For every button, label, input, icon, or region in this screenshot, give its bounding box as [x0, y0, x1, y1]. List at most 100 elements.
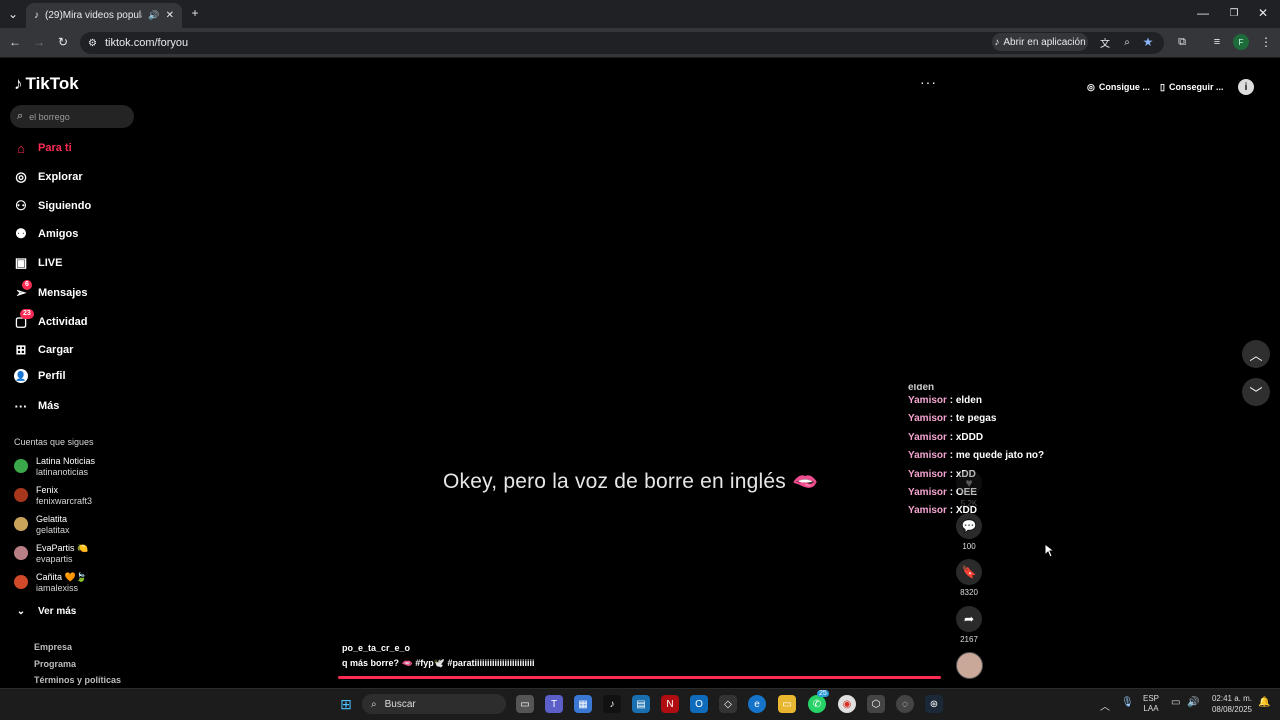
user-avatar[interactable]: i [1238, 79, 1254, 95]
save-action[interactable]: 🔖 8320 [956, 559, 982, 597]
store-icon[interactable]: ▦ [574, 695, 592, 713]
video-progress-bar[interactable] [338, 676, 941, 679]
clock[interactable]: 02:41 a. m. 08/08/2025 [1208, 693, 1252, 715]
creator-avatar[interactable] [956, 652, 983, 679]
save-count: 8320 [960, 588, 978, 597]
language-indicator[interactable]: ESP LAA [1143, 694, 1159, 714]
following-icon: ⚇ [15, 198, 27, 213]
next-video-button[interactable]: ﹀ [1242, 378, 1270, 406]
get-app-button[interactable]: ▯ Conseguir ... [1160, 77, 1223, 97]
volume-icon[interactable]: 🔊 [1187, 697, 1199, 708]
task-view-icon[interactable]: ▭ [516, 695, 534, 713]
nav-mensajes[interactable]: ➢ 6 Mensajes [14, 280, 88, 300]
mouse-cursor-icon [1044, 543, 1054, 558]
browser-menu-icon[interactable]: ⋮ [1259, 35, 1273, 49]
minimize-icon[interactable]: — [1196, 6, 1210, 20]
app-icon[interactable]: ⬡ [867, 695, 885, 713]
windows-start-icon[interactable]: ⊞ [337, 695, 355, 713]
nav-para-ti[interactable]: ⌂ Para ti [14, 141, 72, 156]
previous-video-button[interactable]: ︿ [1242, 340, 1270, 368]
following-title: Cuentas que sigues [14, 437, 94, 447]
back-icon[interactable]: ← [8, 35, 22, 49]
tray-chevron-up-icon[interactable]: ︿ [1100, 698, 1110, 713]
outlook-icon[interactable]: O [690, 695, 708, 713]
account-name: Cañita 🧡🍃 [36, 572, 87, 582]
following-account[interactable]: Latina Noticias latinanoticias [14, 456, 95, 478]
notification-icon[interactable]: 🔔 [1258, 697, 1270, 708]
tiktok-logo[interactable]: ♪ TikTok [14, 74, 79, 94]
video-more-options-icon[interactable]: ··· [920, 74, 937, 90]
media-control-icon[interactable]: ≡ [1210, 35, 1224, 49]
tiktok-app-icon[interactable]: ♪ [603, 695, 621, 713]
network-icon[interactable]: ▭ [1171, 697, 1180, 708]
following-account[interactable]: Fenix fenixwarcraft3 [14, 485, 92, 507]
see-more-button[interactable]: ⌄ Ver más [14, 604, 77, 618]
nav-cargar[interactable]: ⊞ Cargar [14, 342, 74, 357]
app-icon[interactable]: ◌ [896, 695, 914, 713]
following-account[interactable]: Cañita 🧡🍃 iamalexiss [14, 572, 87, 594]
following-account[interactable]: Gelatita gelatitax [14, 514, 70, 536]
browser-tab[interactable]: ♪ (29)Mira videos populares s 🔊 ✕ [26, 3, 182, 28]
nav-siguiendo[interactable]: ⚇ Siguiendo [14, 198, 91, 213]
open-in-app-button[interactable]: ♪ Abrir en aplicación [992, 33, 1088, 51]
footer-link[interactable]: Programa [34, 659, 76, 669]
whatsapp-icon[interactable]: ✆ 25 [808, 690, 829, 713]
app-icon[interactable]: ▤ [632, 695, 650, 713]
bookmark-star-icon[interactable]: ★ [1141, 35, 1155, 49]
live-icon: ▣ [14, 255, 28, 270]
netflix-icon[interactable]: N [661, 695, 679, 713]
video-author[interactable]: po_e_ta_cr_e_o [342, 643, 410, 653]
tab-close-icon[interactable]: ✕ [166, 10, 174, 21]
following-account[interactable]: EvaPartis 🍋 evapartis [14, 543, 88, 565]
share-action[interactable]: ➦ 2167 [956, 606, 982, 644]
see-more-label: Ver más [38, 605, 77, 617]
chat-line: Yamisor : me quede jato no? [908, 450, 1045, 462]
teams-icon[interactable]: T [545, 695, 563, 713]
chrome-icon[interactable]: ◉ [838, 695, 856, 713]
new-tab-icon[interactable]: + [188, 6, 202, 20]
account-name: Gelatita [36, 514, 68, 524]
open-in-app-label: Abrir en aplicación [1003, 36, 1086, 48]
nav-explorar[interactable]: ◎ Explorar [14, 169, 82, 184]
steam-icon[interactable]: ⊛ [925, 695, 943, 713]
reload-icon[interactable]: ↻ [56, 35, 70, 49]
nav-label: Más [38, 400, 60, 412]
zoom-icon[interactable]: ⌕ [1120, 35, 1134, 49]
footer-link[interactable]: Empresa [34, 642, 72, 652]
chevron-up-icon: ︿ [1249, 347, 1263, 363]
nav-label: Mensajes [38, 287, 88, 299]
microphone-icon[interactable]: 🎙 [1121, 697, 1134, 708]
video-caption-overlay: Okey, pero la voz de borre en inglés 🫦 [443, 470, 819, 493]
nav-actividad[interactable]: ▢ 23 Actividad [14, 309, 88, 329]
edge-icon[interactable]: e [748, 695, 766, 713]
tab-search-icon[interactable]: ⌄ [6, 7, 20, 21]
account-avatar [14, 517, 28, 531]
restore-icon[interactable]: ❐ [1227, 6, 1241, 20]
footer-link[interactable]: Términos y políticas [34, 675, 121, 685]
profile-avatar[interactable]: F [1233, 34, 1249, 50]
site-info-icon[interactable]: ⚙ [88, 38, 97, 49]
forward-icon[interactable]: → [32, 35, 46, 49]
messages-badge: 6 [22, 280, 32, 290]
extensions-icon[interactable]: ⧉ [1175, 35, 1189, 49]
translate-icon[interactable]: 文 [1098, 35, 1112, 50]
close-window-icon[interactable]: ✕ [1256, 6, 1270, 20]
app-icon[interactable]: ◇ [719, 695, 737, 713]
nav-amigos[interactable]: ⚉ Amigos [14, 226, 78, 241]
nav-perfil[interactable]: 👤 Perfil [14, 369, 66, 383]
chat-user: Yamisor [908, 468, 947, 480]
account-username: latinanoticias [36, 467, 89, 477]
get-coins-button[interactable]: ◎ Consigue ... [1087, 77, 1150, 97]
chat-message: xDDD [955, 431, 984, 443]
file-explorer-icon[interactable]: ▭ [778, 695, 796, 713]
video-description: q más borre? 🫦 #fyp🕊️ #paratiiiiiiiiiiii… [342, 658, 535, 668]
comment-action[interactable]: 💬 100 [956, 513, 982, 551]
nav-live[interactable]: ▣ LIVE [14, 255, 63, 270]
nav-mas[interactable]: ··· Más [14, 399, 60, 414]
share-count: 2167 [960, 635, 978, 644]
chat-overlay: elden Yamisor : elden Yamisor : te pegas… [908, 384, 1108, 521]
search-input[interactable]: ⌕ el borrego [10, 105, 134, 128]
audio-icon[interactable]: 🔊 [148, 10, 159, 21]
taskbar-search[interactable]: ⌕ Buscar [362, 694, 506, 714]
like-action[interactable]: ♥ 5.2K [956, 470, 982, 508]
